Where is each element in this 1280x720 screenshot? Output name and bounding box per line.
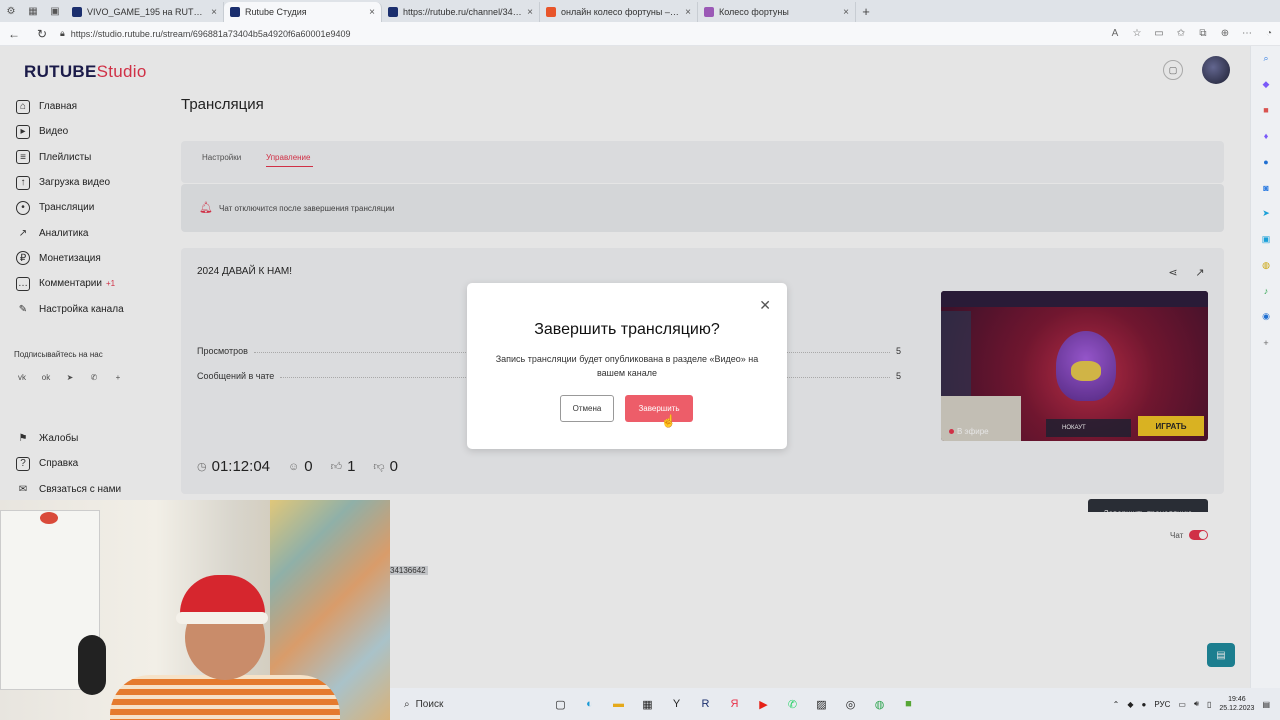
volume-icon[interactable]: 🔊︎ (1194, 699, 1199, 709)
add-app-icon[interactable]: + (1251, 330, 1280, 356)
games-icon[interactable]: ● (1251, 149, 1280, 175)
lock-icon: 🔒︎ (60, 28, 65, 38)
yandex-favicon-icon (546, 7, 556, 17)
send-icon[interactable]: ➤ (1251, 201, 1280, 227)
collections-icon[interactable]: ⧉ (1192, 28, 1214, 39)
search-icon[interactable]: ⌕ (1251, 46, 1280, 72)
tray-arrow-icon[interactable]: ⌃ (1113, 700, 1120, 709)
battery-icon[interactable]: ▯ (1207, 700, 1211, 709)
browser-tabbar: ⚙ ▦ ▣ VIVO_GAME_195 на RUTUBE: 80 × Rutu… (0, 0, 1280, 22)
new-tab-button[interactable]: + (856, 4, 876, 19)
notifications-icon[interactable]: ▤ (1262, 700, 1270, 709)
tab-actions-icon[interactable]: ▣ (44, 0, 66, 22)
reload-icon[interactable]: ↻ (28, 27, 56, 41)
plant (40, 512, 58, 524)
search-icon: ⌕ (404, 698, 410, 710)
dialog-title: Завершить трансляцию? (534, 321, 720, 338)
more-menu-icon[interactable]: ⋯ (1236, 28, 1258, 39)
window-menu-icon[interactable]: ⚙ (0, 0, 22, 22)
taskbar-search[interactable]: ⌕ Поиск (396, 692, 546, 716)
extensions-icon[interactable]: ⊕ (1214, 28, 1236, 39)
browser-tab-active[interactable]: Rutube Студия × (224, 2, 382, 22)
shopping-icon[interactable]: ■ (1251, 98, 1280, 124)
workspaces-icon[interactable]: ▦ (22, 0, 44, 22)
yandex-icon[interactable]: Y (662, 690, 691, 718)
obs-icon[interactable]: ◍ (865, 690, 894, 718)
webcam-overlay (0, 500, 390, 720)
tab-close-icon[interactable]: × (211, 7, 217, 18)
store-icon[interactable]: ▦ (633, 690, 662, 718)
address-bar: ← ↻ 🔒︎ https://studio.rutube.ru/stream/6… (0, 22, 1280, 46)
tools-icon[interactable]: ♦ (1251, 123, 1280, 149)
camera-icon[interactable]: ◎ (836, 690, 865, 718)
person-shirt (110, 675, 340, 720)
photos-icon[interactable]: ▨ (807, 690, 836, 718)
copilot-icon[interactable]: ◔ (1258, 28, 1280, 39)
minecraft-icon[interactable]: ■ (894, 690, 923, 718)
outlook-icon[interactable]: ◙ (1251, 175, 1280, 201)
tab-close-icon[interactable]: × (369, 7, 375, 18)
system-tray: ⌃ ◆ ● РУС ▭ 🔊︎ ▯ 19:46 25.12.2023 ▤ (1113, 695, 1280, 713)
mouse-cursor-icon: ☝ (661, 414, 676, 428)
microphone (78, 635, 106, 695)
music-icon[interactable]: ♪ (1251, 278, 1280, 304)
wheel-icon[interactable]: ◍ (1251, 252, 1280, 278)
language-indicator[interactable]: РУС (1154, 700, 1170, 709)
app-icon[interactable]: ◉ (1251, 304, 1280, 330)
close-icon[interactable]: ✕ (759, 297, 771, 314)
wheel-favicon-icon (704, 7, 714, 17)
url-field[interactable]: 🔒︎ https://studio.rutube.ru/stream/69688… (56, 28, 1104, 39)
cancel-button[interactable]: Отмена (560, 395, 614, 422)
browser-tab[interactable]: Колесо фортуны × (698, 2, 856, 22)
folder-icon[interactable]: ▬ (604, 690, 633, 718)
whatsapp-icon[interactable]: ✆ (778, 690, 807, 718)
tab-close-icon[interactable]: × (527, 7, 533, 18)
tray-app2-icon[interactable]: ● (1142, 700, 1147, 709)
rutube-favicon-icon (230, 7, 240, 17)
taskbar: ⌕ Поиск ▢ ◐ ▬ ▦ Y R Я ▶ ✆ ▨ ◎ ◍ ■ ⌃ ◆ ● … (390, 688, 1280, 720)
split-screen-icon[interactable]: ▭ (1148, 28, 1170, 39)
browser-tab[interactable]: https://rutube.ru/channel/3413 × (382, 2, 540, 22)
rutube-favicon-icon (72, 7, 82, 17)
confirm-end-button[interactable]: Завершить (625, 395, 693, 422)
tab-close-icon[interactable]: × (685, 7, 691, 18)
edge-icon[interactable]: ◐ (575, 690, 604, 718)
yandex-browser-icon[interactable]: Я (720, 690, 749, 718)
browser-tab[interactable]: VIVO_GAME_195 на RUTUBE: 80 × (66, 2, 224, 22)
favorites-icon[interactable]: ✩ (1170, 28, 1192, 39)
read-aloud-icon[interactable]: A (1104, 28, 1126, 39)
dialog-text: Запись трансляции будет опубликована в р… (495, 354, 759, 378)
browser-tab[interactable]: онлайн колесо фортуны – Ян × (540, 2, 698, 22)
tab-close-icon[interactable]: × (843, 7, 849, 18)
network-icon[interactable]: ▭ (1178, 700, 1186, 709)
favorite-star-icon[interactable]: ☆ (1126, 28, 1148, 39)
sparkle-icon[interactable]: ◆ (1251, 72, 1280, 98)
rutube-icon[interactable]: R (691, 690, 720, 718)
tray-app-icon[interactable]: ◆ (1127, 700, 1133, 709)
back-icon[interactable]: ← (0, 27, 28, 41)
drop-icon[interactable]: ▣ (1251, 227, 1280, 253)
youtube-icon[interactable]: ▶ (749, 690, 778, 718)
browser-sidebar: ⌕ ◆ ■ ♦ ● ◙ ➤ ▣ ◍ ♪ ◉ + (1250, 46, 1280, 688)
task-view-icon[interactable]: ▢ (546, 690, 575, 718)
rutube-favicon-icon (388, 7, 398, 17)
end-stream-dialog: ✕ Завершить трансляцию? Запись трансляци… (467, 283, 787, 449)
santa-hat-trim (176, 612, 268, 624)
clock[interactable]: 19:46 25.12.2023 (1219, 695, 1254, 713)
